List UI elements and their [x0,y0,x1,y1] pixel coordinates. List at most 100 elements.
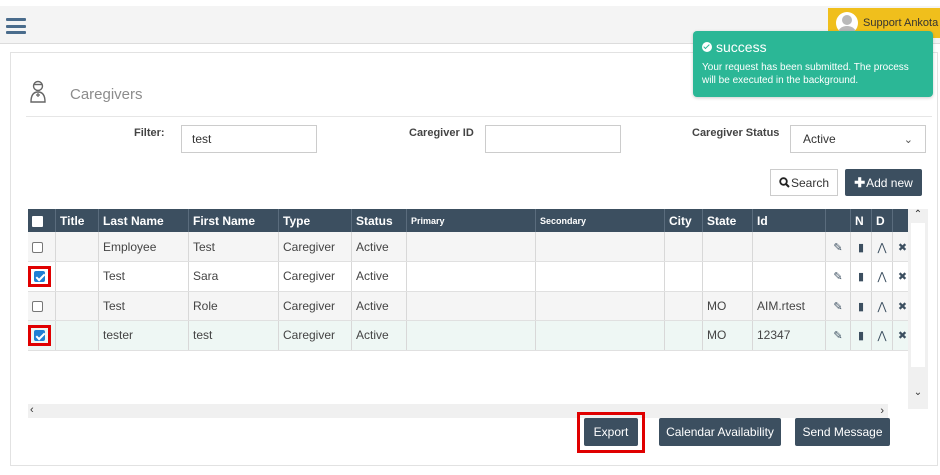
toast-header: success [702,39,924,55]
search-button[interactable]: Search [770,169,838,196]
cell-type: Caregiver [278,261,352,292]
col-last-name[interactable]: Last Name [98,209,189,232]
scroll-thumb[interactable] [911,223,925,367]
cell-state: MO [702,291,753,321]
note-cell[interactable]: ▮ [850,232,872,262]
paperclip-icon[interactable]: ⋀ [876,241,888,254]
edit-cell[interactable]: ✎ [825,261,851,292]
attach-cell[interactable]: ⋀ [871,320,893,351]
col-n[interactable]: N [850,209,872,232]
cell-state [702,232,753,262]
close-icon[interactable]: ✖ [897,300,908,313]
col-state[interactable]: State [702,209,753,232]
col-city[interactable]: City [664,209,703,232]
edit-cell[interactable]: ✎ [825,232,851,262]
support-label: Support Ankota [863,17,939,29]
col-first-name[interactable]: First Name [188,209,279,232]
document-icon[interactable]: ▮ [855,329,867,342]
row-checkbox[interactable] [32,241,43,253]
col-type[interactable]: Type [278,209,352,232]
vertical-scrollbar[interactable]: ⌃ ⌄ [908,209,928,409]
hamburger-menu-icon[interactable] [6,18,26,34]
paperclip-icon[interactable]: ⋀ [876,270,888,283]
divider [26,116,932,117]
select-all-header[interactable] [28,209,56,232]
cell-last-name[interactable]: Test [98,291,189,321]
add-new-label: Add new [866,175,913,190]
export-button[interactable]: Export [584,418,638,446]
caregiver-icon [30,80,46,103]
close-icon[interactable]: ✖ [897,270,908,283]
chevron-right-icon[interactable]: › [880,405,884,417]
cell-first-name[interactable]: test [188,320,279,351]
cell-city [664,320,703,351]
chevron-left-icon[interactable]: ‹ [30,404,34,416]
document-icon[interactable]: ▮ [855,241,867,254]
edit-cell[interactable]: ✎ [825,291,851,321]
edit-icon[interactable]: ✎ [830,270,846,283]
filter-label: Filter: [134,127,165,139]
send-message-button[interactable]: Send Message [795,418,890,446]
calendar-availability-button[interactable]: Calendar Availability [659,418,781,446]
check-circle-icon [702,42,712,52]
cell-status: Active [351,232,407,262]
col-secondary[interactable]: Secondary [535,209,665,232]
row-checkbox[interactable] [32,301,43,313]
plus-icon: ✚ [854,174,866,190]
attach-cell[interactable]: ⋀ [871,291,893,321]
edit-cell[interactable]: ✎ [825,320,851,351]
cell-last-name[interactable]: Test [98,261,189,292]
paperclip-icon[interactable]: ⋀ [876,300,888,313]
table-row[interactable]: Test Sara Caregiver Active ✎ ▮ ⋀ ✖ [28,261,913,292]
close-icon[interactable]: ✖ [897,241,908,254]
row-select-cell[interactable] [28,320,56,351]
row-checkbox[interactable] [34,270,45,282]
caregiver-status-select[interactable]: Active ⌄ [790,125,926,153]
cell-first-name[interactable]: Sara [188,261,279,292]
selected-highlight [28,324,51,346]
caregiver-id-label: Caregiver ID [409,127,474,139]
edit-icon[interactable]: ✎ [830,241,846,254]
col-d[interactable]: D [871,209,893,232]
select-all-checkbox[interactable] [32,215,43,227]
row-select-cell[interactable] [28,261,56,292]
cell-first-name[interactable]: Role [188,291,279,321]
edit-icon[interactable]: ✎ [830,300,846,313]
chevron-up-icon[interactable]: ⌃ [908,209,928,223]
col-primary[interactable]: Primary [406,209,536,232]
table-row[interactable]: Employee Test Caregiver Active ✎ ▮ ⋀ ✖ [28,232,913,262]
caregiver-id-input[interactable] [485,125,621,153]
note-cell[interactable]: ▮ [850,320,872,351]
chevron-down-icon[interactable]: ⌄ [908,387,928,401]
cell-id [752,261,826,292]
search-icon [779,177,790,188]
add-new-button[interactable]: ✚ Add new [845,169,922,196]
cell-last-name[interactable]: Employee [98,232,189,262]
document-icon[interactable]: ▮ [855,300,867,313]
col-edit [825,209,851,232]
close-icon[interactable]: ✖ [897,329,908,342]
col-status[interactable]: Status [351,209,407,232]
export-label: Export [593,425,629,439]
caregiver-status-label: Caregiver Status [692,127,780,139]
row-select-cell[interactable] [28,232,56,262]
table-row[interactable]: Test Role Caregiver Active MO AIM.rtest … [28,291,913,321]
cell-state [702,261,753,292]
paperclip-icon[interactable]: ⋀ [876,329,888,342]
note-cell[interactable]: ▮ [850,291,872,321]
attach-cell[interactable]: ⋀ [871,261,893,292]
horizontal-scrollbar[interactable]: ‹ › [28,404,888,418]
edit-icon[interactable]: ✎ [830,329,846,342]
attach-cell[interactable]: ⋀ [871,232,893,262]
row-select-cell[interactable] [28,291,56,321]
note-cell[interactable]: ▮ [850,261,872,292]
document-icon[interactable]: ▮ [855,270,867,283]
success-toast[interactable]: success Your request has been submitted.… [693,31,933,97]
col-id[interactable]: Id [752,209,826,232]
row-checkbox[interactable] [34,329,45,341]
col-title[interactable]: Title [55,209,99,232]
table-row[interactable]: tester test Caregiver Active MO 12347 ✎ … [28,320,913,351]
cell-last-name[interactable]: tester [98,320,189,351]
filter-input[interactable] [181,125,317,153]
cell-first-name[interactable]: Test [188,232,279,262]
